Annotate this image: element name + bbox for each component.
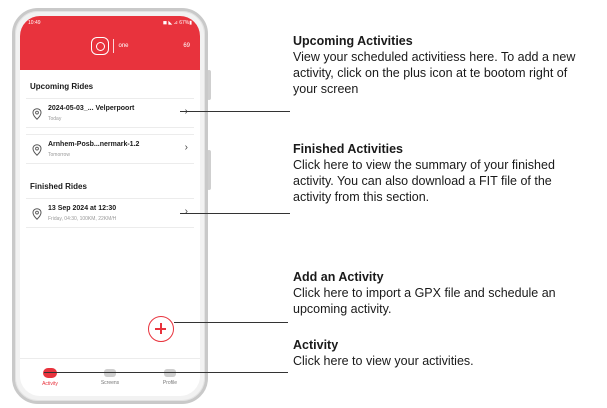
upcoming-ride-item[interactable]: Arnhem-Posb...nermark-1.2 Tomorrow › [26,134,194,164]
callout-line [180,111,290,112]
rides-content: Upcoming Rides 2024-05-03_... Velperpoor… [20,70,200,358]
profile-icon [164,369,176,377]
add-activity-button[interactable] [148,316,174,342]
finished-ride-item[interactable]: 13 Sep 2024 at 12:30 Friday, 04:30, 100K… [26,198,194,228]
logo-divider [113,39,115,53]
ride-title: 13 Sep 2024 at 12:30 [48,205,117,212]
note-title: Add an Activity [293,270,384,284]
status-icons: ◼ ◣ ⊿ 67%▮ [162,20,192,26]
callout-line [174,322,288,323]
ride-title: 2024-05-03_... Velperpoort [48,105,135,112]
screens-icon [104,369,116,377]
chevron-right-icon: › [184,142,188,153]
header-status: 69 [183,43,190,49]
logo-icon [91,37,110,55]
location-pin-icon [32,208,42,220]
note-upcoming: Upcoming Activities View your scheduled … [293,33,593,97]
app-logo: one [20,36,200,56]
note-body: View your scheduled activitiess here. To… [293,50,576,96]
note-title: Upcoming Activities [293,34,413,48]
note-body: Click here to import a GPX file and sche… [293,286,556,316]
tab-label: Activity [42,381,58,387]
tab-activity[interactable]: Activity [25,368,75,387]
ride-subtitle: Friday, 04:30, 100KM, 22KM/H [48,216,117,222]
phone-frame: 10:49 ◼ ◣ ⊿ 67%▮ one 69 Upcoming Rides 2… [12,8,208,404]
chevron-right-icon: › [185,107,188,117]
note-body: Click here to view your activities. [293,354,474,368]
note-add-activity: Add an Activity Click here to import a G… [293,269,593,317]
note-title: Finished Activities [293,142,403,156]
finished-rides-heading: Finished Rides [30,182,87,191]
tab-label: Profile [162,380,178,386]
tab-label: Screens [100,380,120,386]
note-title: Activity [293,338,339,352]
location-pin-icon [32,144,42,156]
chevron-right-icon: › [184,206,188,217]
ride-subtitle: Today [48,116,62,122]
ride-title: Arnhem-Posb...nermark-1.2 [48,141,140,148]
phone-screen: 10:49 ◼ ◣ ⊿ 67%▮ one 69 Upcoming Rides 2… [20,16,200,396]
callout-line [180,213,290,214]
upcoming-rides-heading: Upcoming Rides [30,82,94,91]
ride-subtitle: Tomorrow [48,152,70,158]
note-body: Click here to view the summary of your f… [293,158,555,204]
bottom-tab-bar: Activity Screens Profile [20,358,200,396]
app-header: 10:49 ◼ ◣ ⊿ 67%▮ one 69 [20,16,200,70]
activity-icon [43,368,57,378]
location-pin-icon [32,108,42,120]
logo-text: one [118,43,129,49]
note-activity: Activity Click here to view your activit… [293,337,593,369]
status-bar: 10:49 ◼ ◣ ⊿ 67%▮ [28,20,192,30]
callout-line [44,372,288,373]
note-finished: Finished Activities Click here to view t… [293,141,593,205]
upcoming-ride-item[interactable]: 2024-05-03_... Velperpoort Today › [26,98,194,128]
status-time: 10:49 [28,20,41,26]
